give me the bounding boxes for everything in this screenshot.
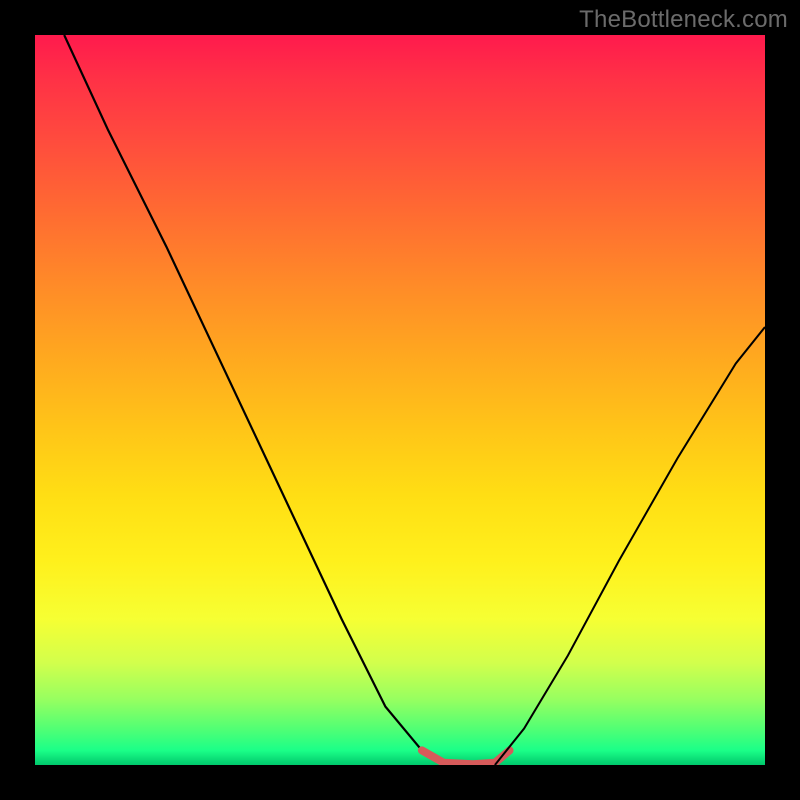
right-branch-curve [495, 327, 765, 765]
chart-frame: TheBottleneck.com [0, 0, 800, 800]
left-branch-curve [64, 35, 444, 765]
plot-area [35, 35, 765, 765]
watermark-text: TheBottleneck.com [579, 6, 788, 34]
curve-layer [35, 35, 765, 765]
